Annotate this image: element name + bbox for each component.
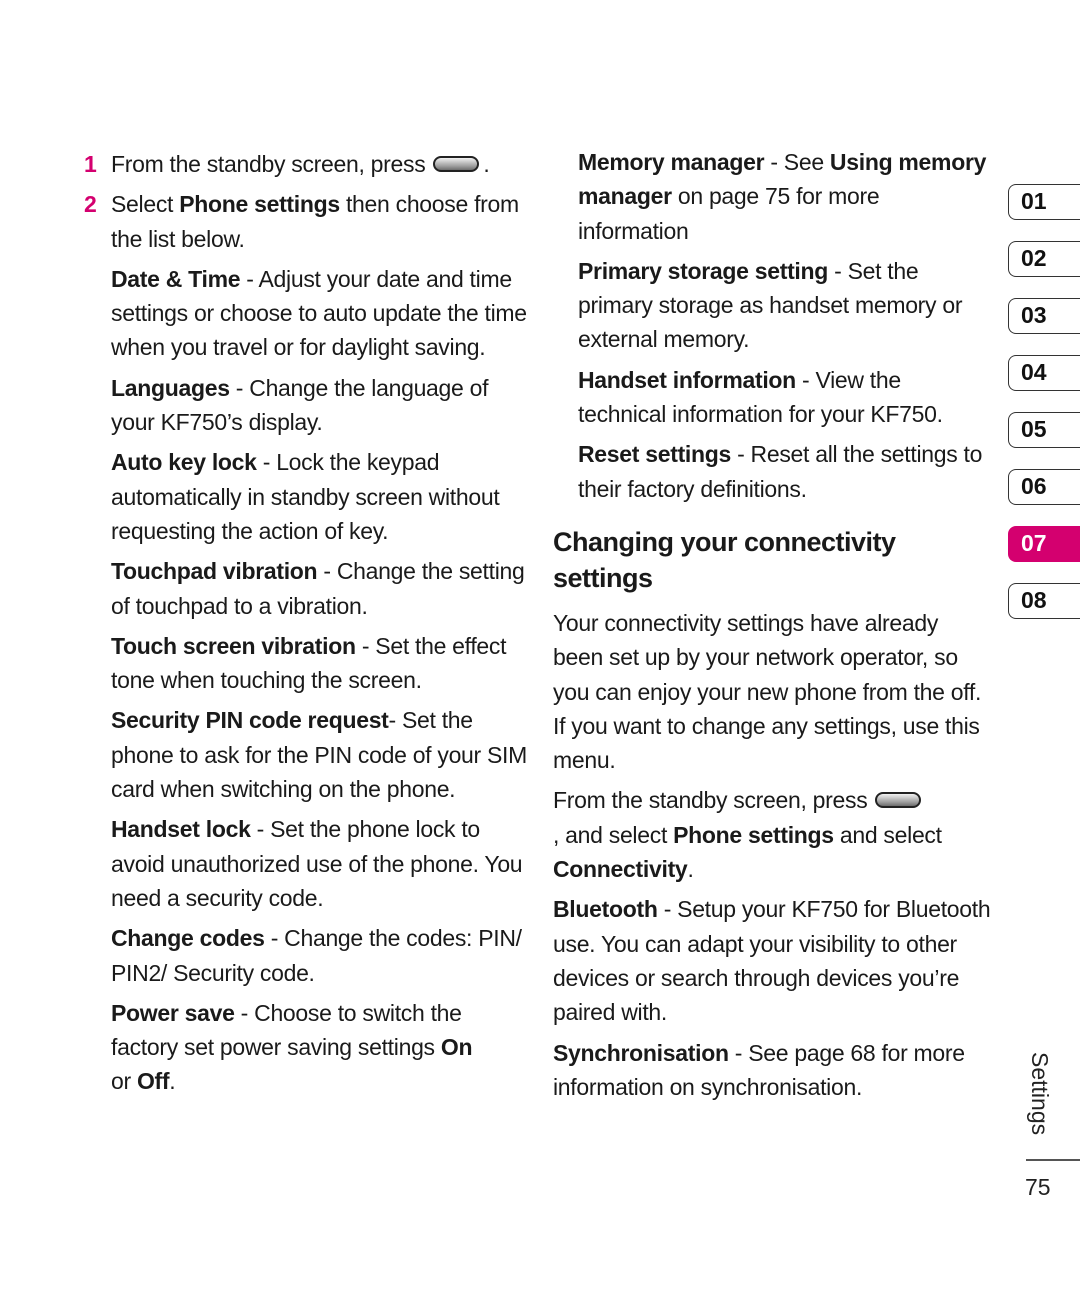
setting-term: Auto key lock bbox=[111, 449, 257, 476]
setting-term: Primary storage setting bbox=[578, 257, 829, 284]
setting-date-time: Date & Time - Adjust your date and time … bbox=[111, 265, 527, 361]
setting-synchronisation: Synchronisation - See page 68 for more i… bbox=[553, 1039, 965, 1100]
chapter-tab-07[interactable]: 07 bbox=[1008, 526, 1080, 562]
chapter-tab-04[interactable]: 04 bbox=[1008, 355, 1080, 391]
setting-term: Change codes bbox=[111, 925, 265, 952]
setting-term: Memory manager bbox=[578, 149, 765, 175]
setting-security-pin: Security PIN code request- Set the phone… bbox=[111, 707, 527, 803]
chapter-tab-08[interactable]: 08 bbox=[1008, 583, 1080, 619]
setting-term: Synchronisation bbox=[553, 1039, 729, 1066]
setting-memory-manager: Memory manager - See Using memory manage… bbox=[578, 149, 987, 244]
setting-bluetooth: Bluetooth - Setup your KF750 for Bluetoo… bbox=[553, 896, 991, 1026]
setting-auto-key-lock: Auto key lock - Lock the keypad automati… bbox=[111, 449, 500, 544]
menu-key-icon bbox=[875, 792, 922, 809]
setting-handset-lock: Handset lock - Set the phone lock to avo… bbox=[111, 816, 523, 911]
chapter-tabs: 01 02 03 04 05 06 07 08 bbox=[1008, 184, 1080, 640]
setting-touch-screen-vibration: Touch screen vibration - Set the effect … bbox=[111, 632, 507, 694]
connectivity-intro: Your connectivity settings have already … bbox=[553, 609, 982, 774]
menu-key-icon bbox=[433, 155, 480, 172]
chapter-tab-01[interactable]: 01 bbox=[1008, 184, 1080, 220]
section-label: Settings bbox=[1027, 1052, 1053, 1136]
step-2: 2 Select Phone settings then choose from… bbox=[84, 187, 529, 256]
chapter-tab-03[interactable]: 03 bbox=[1008, 298, 1080, 334]
setting-term: Bluetooth bbox=[553, 896, 658, 923]
page-number: 75 bbox=[1025, 1174, 1051, 1200]
setting-touchpad-vibration: Touchpad vibration - Change the setting … bbox=[111, 558, 525, 619]
section-heading: Changing your connectivity settings bbox=[553, 526, 896, 593]
setting-languages: Languages - Change the language of your … bbox=[111, 374, 489, 436]
setting-term: Touch screen vibration bbox=[111, 632, 356, 659]
setting-term: Handset lock bbox=[111, 816, 251, 843]
connectivity-instructions: From the standby screen, press, and sele… bbox=[553, 787, 942, 883]
divider bbox=[1026, 1159, 1080, 1161]
left-column: 1 From the standby screen, press. 2 Sele… bbox=[84, 147, 529, 1105]
step-number: 1 bbox=[84, 151, 97, 177]
setting-term: Date & Time bbox=[111, 265, 241, 292]
chapter-tab-02[interactable]: 02 bbox=[1008, 241, 1080, 277]
setting-change-codes: Change codes - Change the codes: PIN/ PI… bbox=[111, 925, 522, 986]
right-column: Memory manager - See Using memory manage… bbox=[553, 145, 993, 1110]
setting-reset-settings: Reset settings - Reset all the settings … bbox=[578, 441, 983, 502]
step-1: 1 From the standby screen, press. bbox=[84, 147, 529, 181]
setting-handset-information: Handset information - View the technical… bbox=[578, 366, 943, 428]
setting-term: Security PIN code request bbox=[111, 707, 389, 734]
step-number: 2 bbox=[84, 191, 97, 218]
setting-term: Languages bbox=[111, 374, 230, 401]
setting-power-save: Power save - Choose to switch the factor… bbox=[111, 999, 473, 1095]
setting-term: Power save bbox=[111, 999, 235, 1026]
chapter-tab-05[interactable]: 05 bbox=[1008, 412, 1080, 448]
chapter-tab-06[interactable]: 06 bbox=[1008, 469, 1080, 505]
setting-term: Handset information bbox=[578, 366, 796, 393]
setting-term: Touchpad vibration bbox=[111, 558, 318, 585]
setting-term: Reset settings bbox=[578, 441, 732, 468]
setting-primary-storage: Primary storage setting - Set the primar… bbox=[578, 257, 963, 353]
